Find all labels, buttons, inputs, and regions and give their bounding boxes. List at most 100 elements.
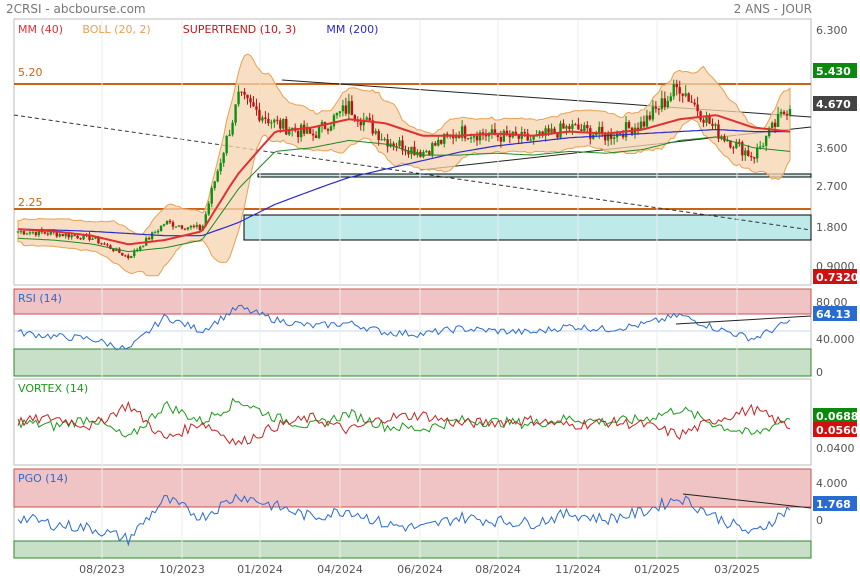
support-zone-lower (243, 214, 812, 241)
candle-body (70, 235, 73, 238)
candle-body (153, 232, 157, 234)
candle-body (91, 238, 94, 240)
vortex-panel-frame (13, 378, 812, 466)
candle-body (252, 102, 255, 107)
candle-body (58, 234, 61, 237)
candle-body (717, 124, 720, 139)
candle-body (380, 139, 383, 141)
candle-body (225, 135, 228, 154)
candle-body (687, 93, 690, 102)
candle-body (28, 232, 32, 234)
candle-body (383, 139, 386, 141)
candle-body (79, 238, 82, 240)
candle-body (22, 231, 26, 235)
x-axis-label: 06/2024 (397, 563, 443, 576)
candle-body (601, 126, 604, 133)
candle-body (469, 137, 473, 139)
candle-body (192, 225, 196, 227)
candle-body (669, 96, 672, 101)
pgo-overbought-zone (13, 468, 812, 508)
candle-body (758, 146, 762, 148)
vortex-title: VORTEX (14) (18, 382, 88, 395)
candle-body (571, 124, 574, 130)
candle-body (76, 235, 79, 239)
candle-body (413, 146, 416, 156)
candle-body (267, 118, 270, 124)
candle-body (672, 84, 675, 97)
candle-body (666, 100, 669, 107)
candle-body (434, 143, 437, 146)
chart-canvas: 5.202.256.3003.6002.7001.8000.90005.4304… (13, 18, 859, 576)
candle-body (228, 134, 231, 136)
candle-body (562, 123, 565, 129)
candle-body (699, 111, 702, 120)
rsi-oversold-zone (13, 348, 812, 377)
candle-body (583, 125, 586, 131)
candle-body (231, 122, 234, 135)
candle-body (472, 136, 476, 138)
candle-body (502, 130, 506, 142)
candle-body (568, 126, 571, 130)
candle-body (124, 255, 127, 257)
candle-body (183, 228, 187, 230)
pgo-tick: 0 (816, 514, 823, 527)
price-tag-high: 5.430 (816, 65, 851, 78)
candle-body (711, 123, 714, 126)
candle-body (338, 111, 342, 114)
candle-body (332, 115, 336, 127)
candle-body (299, 124, 303, 138)
candle-body (365, 117, 368, 120)
x-axis-label: 11/2024 (555, 563, 601, 576)
candle-body (431, 143, 434, 155)
x-axis-label: 10/2023 (159, 563, 205, 576)
candle-body (368, 117, 371, 121)
candle-body (198, 225, 202, 231)
x-axis-label: 08/2024 (475, 563, 521, 576)
candle-body (684, 93, 687, 96)
candle-body (207, 203, 210, 215)
candle-body (311, 133, 315, 136)
legend-item: SUPERTREND (10, 3) (183, 23, 297, 36)
candle-body (747, 150, 750, 156)
candle-body (305, 128, 309, 134)
candle-body (651, 106, 655, 120)
candle-body (25, 233, 29, 235)
candle-body (580, 129, 583, 131)
candle-body (279, 120, 282, 129)
candle-body (317, 125, 321, 139)
candle-body (761, 145, 765, 147)
candle-body (186, 227, 190, 230)
candle-body (440, 139, 443, 144)
legend-item: BOLL (20, 2) (82, 23, 150, 36)
candle-body (326, 129, 330, 131)
candle-body (374, 130, 377, 134)
candle-body (234, 104, 237, 123)
vortex-tick: 0.0400 (816, 442, 855, 455)
candle-body (147, 237, 151, 240)
candle-body (663, 98, 667, 107)
candle-body (341, 105, 345, 112)
candle-body (612, 137, 616, 139)
candle-body (702, 119, 705, 123)
price-tag-low: 0.7320 (816, 271, 859, 284)
candle-body (258, 109, 261, 121)
candle-body (276, 119, 279, 121)
candle-body (753, 157, 756, 159)
candle-body (529, 139, 532, 141)
rsi-overbought-zone (13, 288, 812, 315)
candle-body (73, 235, 76, 237)
candle-body (532, 136, 535, 140)
candle-body (237, 91, 240, 105)
candle-body (264, 117, 267, 119)
candle-body (165, 220, 169, 225)
candle-body (130, 256, 133, 259)
candle-body (782, 111, 786, 114)
candle-body (550, 128, 553, 133)
candle-body (660, 98, 664, 110)
candle-body (565, 126, 568, 129)
candle-body (67, 233, 70, 238)
candle-body (770, 122, 774, 128)
candle-body (240, 91, 243, 93)
candle-body (249, 98, 252, 103)
rsi-title: RSI (14) (18, 292, 62, 305)
